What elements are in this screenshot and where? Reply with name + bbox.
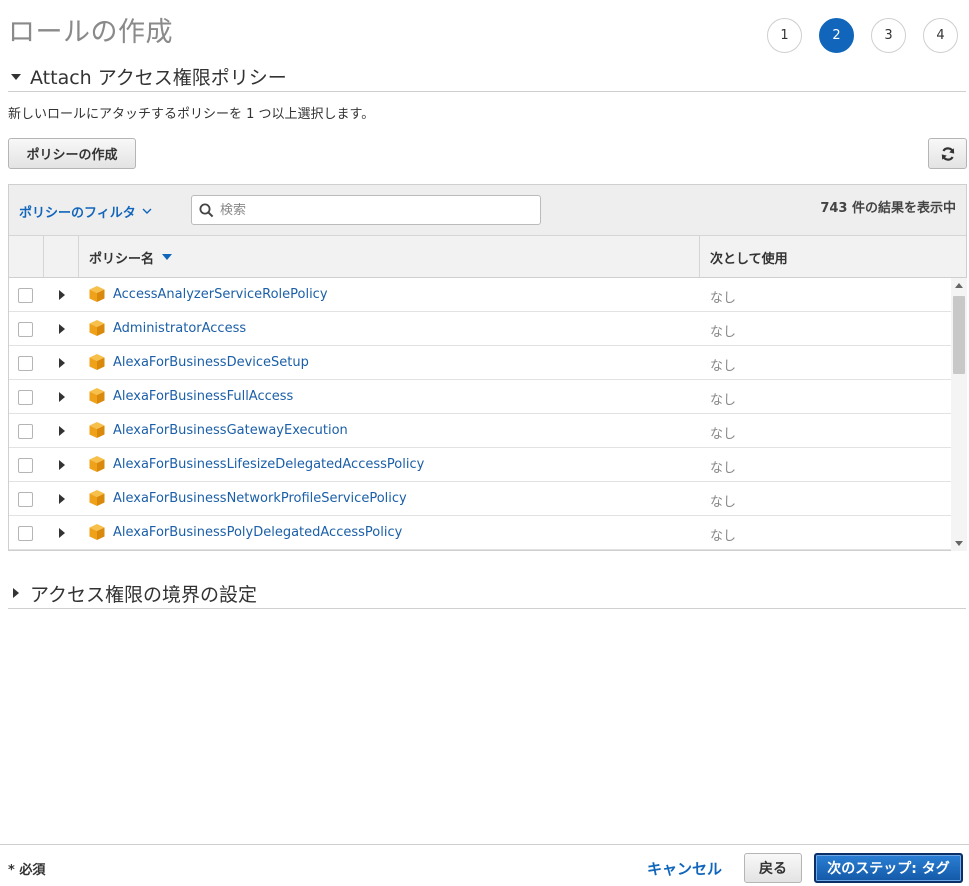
search-icon bbox=[199, 203, 214, 217]
policy-name-link[interactable]: AccessAnalyzerServiceRolePolicy bbox=[113, 287, 328, 302]
policy-name-link[interactable]: AlexaForBusinessNetworkProfileServicePol… bbox=[113, 491, 407, 506]
expand-arrow-icon[interactable] bbox=[59, 358, 65, 368]
policy-filter-label: ポリシーのフィルタ bbox=[19, 206, 136, 221]
row-checkbox[interactable] bbox=[18, 526, 33, 541]
policy-cube-icon bbox=[89, 320, 105, 336]
table-scrollbar[interactable] bbox=[951, 278, 967, 551]
expand-arrow-icon[interactable] bbox=[59, 460, 65, 470]
filter-bar: ポリシーのフィルタ 743 件の結果を表示中 bbox=[9, 185, 966, 236]
policy-name-link[interactable]: AlexaForBusinessFullAccess bbox=[113, 389, 293, 404]
attach-policies-section-header[interactable]: Attach アクセス権限ポリシー bbox=[8, 62, 966, 92]
table-header: ポリシー名 次として使用 bbox=[9, 236, 966, 278]
policy-usage: なし bbox=[710, 325, 737, 340]
back-button[interactable]: 戻る bbox=[744, 853, 802, 883]
row-checkbox[interactable] bbox=[18, 356, 33, 371]
table-row[interactable]: AccessAnalyzerServiceRolePolicy なし bbox=[9, 278, 951, 312]
row-checkbox[interactable] bbox=[18, 390, 33, 405]
expand-arrow-icon[interactable] bbox=[59, 324, 65, 334]
expand-arrow-icon[interactable] bbox=[59, 290, 65, 300]
refresh-button[interactable] bbox=[928, 138, 967, 169]
row-checkbox[interactable] bbox=[18, 322, 33, 337]
policy-name-link[interactable]: AdministratorAccess bbox=[113, 321, 246, 336]
policy-name-link[interactable]: AlexaForBusinessPolyDelegatedAccessPolic… bbox=[113, 525, 402, 540]
policy-filter-dropdown[interactable]: ポリシーのフィルタ bbox=[19, 202, 152, 221]
table-row[interactable]: AdministratorAccess なし bbox=[9, 312, 951, 346]
row-checkbox[interactable] bbox=[18, 458, 33, 473]
policy-name-link[interactable]: AlexaForBusinessDeviceSetup bbox=[113, 355, 309, 370]
table-row[interactable]: AlexaForBusinessNetworkProfileServicePol… bbox=[9, 482, 951, 516]
caret-down-icon bbox=[8, 69, 24, 85]
policy-cube-icon bbox=[89, 456, 105, 472]
policy-table: ポリシーのフィルタ 743 件の結果を表示中 ポリシー名 次として使用 Acce… bbox=[8, 184, 967, 551]
cancel-link[interactable]: キャンセル bbox=[647, 858, 722, 879]
used-as-column-header[interactable]: 次として使用 bbox=[700, 236, 967, 278]
sort-desc-icon bbox=[162, 254, 173, 260]
attach-section-title: Attach アクセス権限ポリシー bbox=[30, 67, 287, 89]
attach-section-description: 新しいロールにアタッチするポリシーを 1 つ以上選択します。 bbox=[8, 107, 375, 122]
scroll-thumb[interactable] bbox=[953, 296, 965, 374]
step-2-active[interactable]: 2 bbox=[819, 18, 854, 53]
policy-usage: なし bbox=[710, 359, 737, 374]
policy-usage: なし bbox=[710, 529, 737, 544]
refresh-icon bbox=[941, 146, 954, 161]
table-row[interactable]: AlexaForBusinessLifesizeDelegatedAccessP… bbox=[9, 448, 951, 482]
create-policy-button[interactable]: ポリシーの作成 bbox=[8, 138, 136, 169]
scroll-down-icon[interactable] bbox=[955, 541, 963, 546]
policy-rows: AccessAnalyzerServiceRolePolicy なし Adminis… bbox=[9, 278, 951, 551]
policy-name-header-label: ポリシー名 bbox=[89, 251, 155, 267]
policy-cube-icon bbox=[89, 490, 105, 506]
row-checkbox[interactable] bbox=[18, 288, 33, 303]
table-row[interactable]: AlexaForBusinessPolyDelegatedAccessPolic… bbox=[9, 516, 951, 550]
policy-name-link[interactable]: AlexaForBusinessGatewayExecution bbox=[113, 423, 348, 438]
expand-column bbox=[44, 236, 79, 278]
expand-arrow-icon[interactable] bbox=[59, 494, 65, 504]
search-input[interactable] bbox=[220, 202, 520, 218]
table-row[interactable]: AlexaForBusinessDeviceSetup なし bbox=[9, 346, 951, 380]
policy-usage: なし bbox=[710, 461, 737, 476]
required-note: * 必須 bbox=[8, 863, 46, 878]
row-checkbox[interactable] bbox=[18, 492, 33, 507]
policy-cube-icon bbox=[89, 354, 105, 370]
expand-arrow-icon[interactable] bbox=[59, 392, 65, 402]
wizard-steps: 1 2 3 4 bbox=[767, 18, 958, 53]
expand-arrow-icon[interactable] bbox=[59, 528, 65, 538]
caret-right-icon bbox=[8, 585, 24, 601]
step-1[interactable]: 1 bbox=[767, 18, 802, 53]
table-row[interactable]: AlexaForBusinessFullAccess なし bbox=[9, 380, 951, 414]
select-all-column bbox=[9, 236, 44, 278]
policy-usage: なし bbox=[710, 495, 737, 510]
policy-usage: なし bbox=[710, 291, 737, 306]
next-step-tags-button[interactable]: 次のステップ: タグ bbox=[814, 853, 963, 883]
page-title: ロールの作成 bbox=[8, 17, 173, 48]
step-4[interactable]: 4 bbox=[923, 18, 958, 53]
table-row[interactable]: AlexaForBusinessGatewayExecution なし bbox=[9, 414, 951, 448]
policy-cube-icon bbox=[89, 422, 105, 438]
search-box[interactable] bbox=[191, 195, 541, 225]
step-3[interactable]: 3 bbox=[871, 18, 906, 53]
boundary-section-title: アクセス権限の境界の設定 bbox=[30, 583, 258, 606]
scroll-up-icon[interactable] bbox=[955, 283, 963, 288]
permissions-boundary-section-header[interactable]: アクセス権限の境界の設定 bbox=[8, 578, 966, 609]
footer-bar: * 必須 キャンセル 戻る 次のステップ: タグ bbox=[0, 844, 969, 886]
policy-cube-icon bbox=[89, 524, 105, 540]
chevron-down-icon bbox=[142, 208, 152, 214]
result-count: 743 件の結果を表示中 bbox=[820, 201, 956, 216]
policy-usage: なし bbox=[710, 393, 737, 408]
policy-name-column-header[interactable]: ポリシー名 bbox=[79, 236, 700, 278]
policy-cube-icon bbox=[89, 286, 105, 302]
row-checkbox[interactable] bbox=[18, 424, 33, 439]
expand-arrow-icon[interactable] bbox=[59, 426, 65, 436]
policy-cube-icon bbox=[89, 388, 105, 404]
policy-name-link[interactable]: AlexaForBusinessLifesizeDelegatedAccessP… bbox=[113, 457, 424, 472]
policy-usage: なし bbox=[710, 427, 737, 442]
